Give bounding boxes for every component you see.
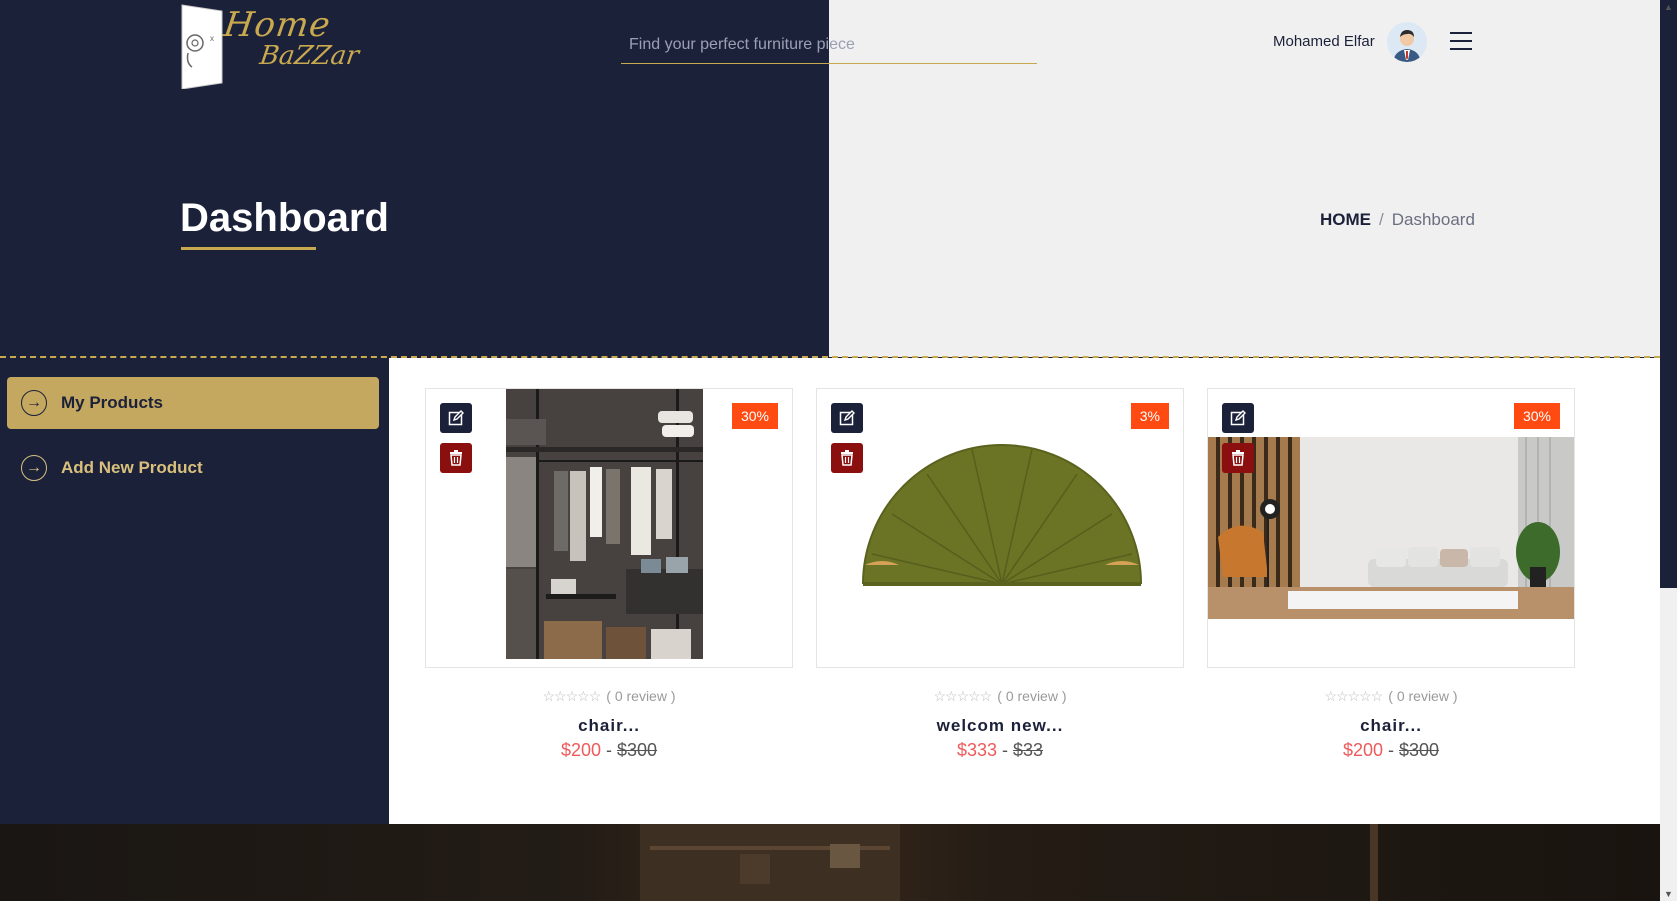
- product-name[interactable]: chair...: [425, 716, 793, 736]
- product-price: $200 - $300: [1207, 740, 1575, 761]
- review-count: ( 0 review ): [1388, 688, 1458, 704]
- footer-background-image: [0, 824, 1660, 901]
- sidebar-item-add-new-product[interactable]: → Add New Product: [7, 442, 379, 494]
- discount-badge: 30%: [731, 403, 778, 429]
- discount-badge: 30%: [1513, 403, 1560, 429]
- page-title: Dashboard: [180, 196, 389, 240]
- breadcrumb-separator: /: [1379, 210, 1384, 229]
- old-price: $300: [1399, 740, 1440, 760]
- logo-text-home: Home: [221, 5, 334, 45]
- current-price: $200: [560, 740, 601, 760]
- scrollbar-thumb[interactable]: [1660, 0, 1677, 588]
- footer-furniture-image: [640, 824, 1378, 901]
- sidebar-item-label: My Products: [61, 393, 164, 412]
- products-panel: 30% ☆☆☆☆☆( 0 review ) chair... $200 - $3…: [389, 358, 1660, 824]
- delete-button[interactable]: [440, 443, 472, 473]
- door-logo-icon: x: [181, 4, 223, 89]
- product-image: [506, 389, 703, 659]
- sidebar-item-label: Add New Product: [61, 458, 203, 477]
- rating-stars-icon: ☆☆☆☆☆: [542, 688, 602, 704]
- search-input[interactable]: [621, 26, 1037, 64]
- product-price: $333 - $33: [816, 740, 1184, 761]
- discount-badge: 3%: [1130, 403, 1169, 429]
- arrow-right-circle-icon: →: [21, 390, 47, 416]
- avatar[interactable]: [1387, 22, 1427, 62]
- edit-button[interactable]: [1222, 403, 1254, 433]
- breadcrumb-current: Dashboard: [1391, 210, 1475, 229]
- current-price: $200: [1342, 740, 1383, 760]
- scroll-up-arrow-icon[interactable]: ▲: [1663, 2, 1674, 12]
- logo-text-bazzar: BaZZar: [257, 41, 361, 71]
- edit-button[interactable]: [440, 403, 472, 433]
- product-image: [862, 444, 1142, 586]
- rating-stars-icon: ☆☆☆☆☆: [933, 688, 993, 704]
- pencil-square-icon: [448, 410, 464, 426]
- product-image: [1208, 437, 1574, 619]
- review-count: ( 0 review ): [997, 688, 1067, 704]
- breadcrumb-home-link[interactable]: HOME: [1320, 210, 1371, 229]
- pencil-square-icon: [839, 410, 855, 426]
- current-price: $333: [956, 740, 997, 760]
- scroll-down-arrow-icon[interactable]: ▼: [1663, 889, 1674, 899]
- product-card[interactable]: 30%: [425, 388, 793, 668]
- product-name[interactable]: chair...: [1207, 716, 1575, 736]
- page-scrollbar[interactable]: ▲ ▼: [1660, 0, 1677, 901]
- pencil-square-icon: [1230, 410, 1246, 426]
- sidebar-item-my-products[interactable]: → My Products: [7, 377, 379, 429]
- old-price: $300: [617, 740, 658, 760]
- user-name[interactable]: Mohamed Elfar: [1273, 33, 1375, 50]
- hamburger-menu-icon[interactable]: [1450, 32, 1472, 52]
- rating-stars-icon: ☆☆☆☆☆: [1324, 688, 1384, 704]
- delete-button[interactable]: [831, 443, 863, 473]
- product-card[interactable]: 3%: [816, 388, 1184, 668]
- product-card[interactable]: 30%: [1207, 388, 1575, 668]
- trash-icon: [841, 450, 853, 466]
- product-name[interactable]: welcom new...: [816, 716, 1184, 736]
- title-underline: [181, 247, 316, 250]
- breadcrumb: HOME / Dashboard: [1320, 210, 1475, 230]
- product-info: ☆☆☆☆☆( 0 review ) chair... $200 - $300: [1207, 688, 1575, 761]
- logo[interactable]: x Home BaZZar: [180, 3, 361, 89]
- price-separator: -: [606, 740, 612, 760]
- arrow-right-circle-icon: →: [21, 455, 47, 481]
- sidebar: → My Products → Add New Product: [0, 358, 389, 824]
- price-separator: -: [1002, 740, 1008, 760]
- svg-text:x: x: [210, 34, 214, 43]
- product-info: ☆☆☆☆☆( 0 review ) chair... $200 - $300: [425, 688, 793, 761]
- delete-button[interactable]: [1222, 443, 1254, 473]
- product-price: $200 - $300: [425, 740, 793, 761]
- product-info: ☆☆☆☆☆( 0 review ) welcom new... $333 - $…: [816, 688, 1184, 761]
- price-separator: -: [1388, 740, 1394, 760]
- trash-icon: [1232, 450, 1244, 466]
- user-avatar-icon: [1387, 22, 1427, 62]
- review-count: ( 0 review ): [606, 688, 676, 704]
- edit-button[interactable]: [831, 403, 863, 433]
- trash-icon: [450, 450, 462, 466]
- old-price: $33: [1013, 740, 1044, 760]
